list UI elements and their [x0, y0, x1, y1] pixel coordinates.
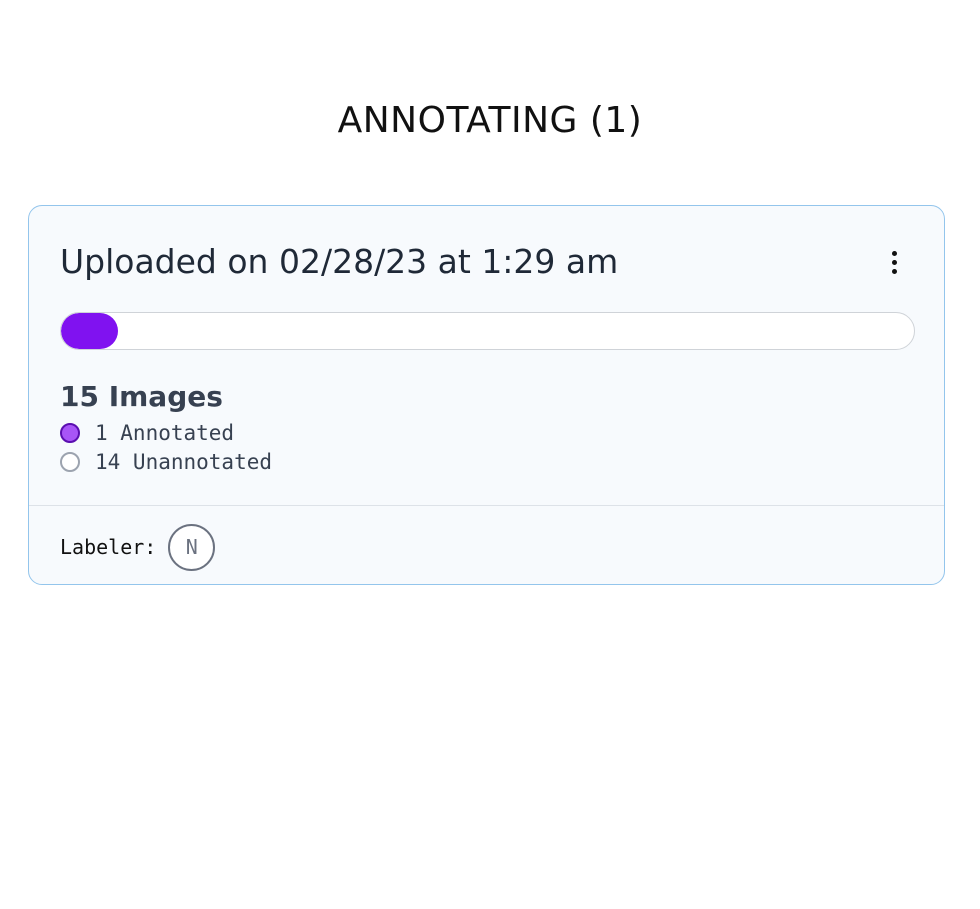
labeler-row: Labeler: N: [60, 522, 216, 572]
annotated-dot-icon: [60, 422, 80, 443]
legend-item-unannotated: 14 Unannotated: [60, 447, 272, 476]
labeler-label: Labeler:: [60, 535, 157, 559]
images-count: 15 Images: [60, 380, 223, 413]
legend-label-unannotated: 14 Unannotated: [95, 449, 273, 474]
upload-title: Uploaded on 02/28/23 at 1:29 am: [60, 242, 619, 281]
legend-label-annotated: 1 Annotated: [95, 420, 235, 445]
labeler-avatar[interactable]: N: [168, 523, 216, 571]
annotation-progress-fill: [61, 313, 118, 349]
card-divider: [29, 505, 944, 506]
unannotated-dot-icon: [60, 451, 80, 472]
more-vertical-icon: [891, 249, 897, 276]
annotation-progress-bar: [60, 312, 915, 350]
legend-item-annotated: 1 Annotated: [60, 418, 272, 447]
page-title: ANNOTATING (1): [337, 100, 643, 142]
more-options-button[interactable]: [884, 246, 904, 278]
annotation-legend: 1 Annotated 14 Unannotated: [60, 418, 272, 476]
upload-card[interactable]: Uploaded on 02/28/23 at 1:29 am 15 Image…: [28, 205, 945, 585]
